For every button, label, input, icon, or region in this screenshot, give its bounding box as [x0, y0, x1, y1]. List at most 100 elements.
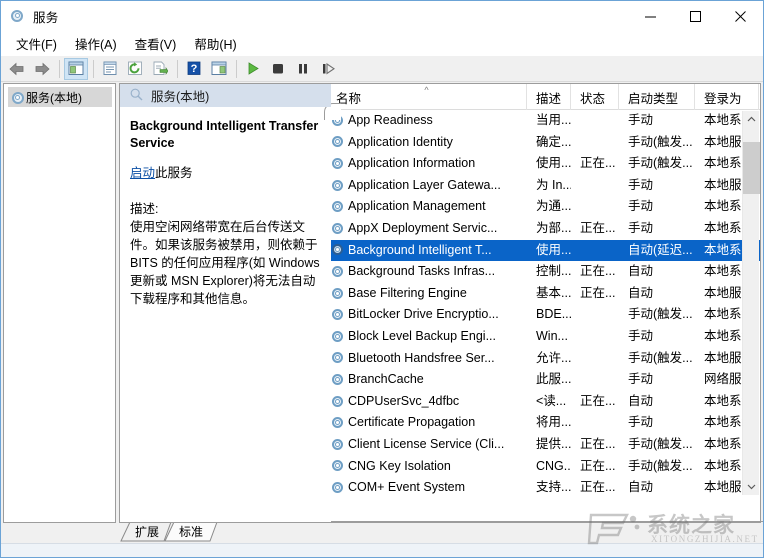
cell-service-name: Application Layer Gatewa... — [327, 175, 527, 197]
service-action-line: 启动此服务 — [130, 164, 323, 182]
forward-icon[interactable] — [30, 58, 54, 80]
service-gear-icon — [331, 373, 344, 386]
service-name-label: Application Layer Gatewa... — [348, 177, 501, 192]
toolbar-separator-2 — [93, 59, 94, 78]
table-row[interactable]: Block Level Backup Engi... Win... 手动 本地系统 — [327, 326, 760, 348]
service-name-label: Base Filtering Engine — [348, 285, 467, 300]
cell-service-name: Background Intelligent T... — [327, 240, 527, 262]
export-list-icon[interactable] — [148, 58, 172, 80]
table-row[interactable]: Client License Service (Cli... 提供... 正在...… — [327, 434, 760, 456]
table-row[interactable]: Application Management 为通... 手动 本地系统 — [327, 196, 760, 218]
properties-icon[interactable] — [98, 58, 122, 80]
cell-description: 将用... — [536, 415, 571, 430]
list-rows-container: App Readiness 当用... 手动 本地系统 Application Iden… — [327, 110, 760, 496]
column-header-name[interactable]: 名称 ^ — [327, 84, 527, 110]
cell-description: 提供... — [536, 436, 571, 451]
cell-startup-type: 自动 — [628, 285, 654, 300]
restart-service-icon[interactable] — [316, 58, 340, 80]
cell-service-name: Application Information — [327, 153, 527, 175]
cell-startup-type: 自动(延迟... — [628, 242, 693, 257]
scroll-down-icon[interactable] — [743, 478, 760, 495]
scroll-up-icon[interactable] — [743, 111, 760, 128]
service-gear-icon — [331, 330, 344, 343]
tab-extended[interactable]: 扩展 — [135, 523, 159, 540]
cell-service-name: Application Management — [327, 196, 527, 218]
service-name-label: Background Intelligent T... — [348, 242, 492, 257]
cell-service-name: AppX Deployment Servic... — [327, 218, 527, 240]
back-icon[interactable] — [5, 58, 29, 80]
tree-item-services-local[interactable]: 服务(本地) — [8, 87, 112, 107]
close-button[interactable] — [718, 1, 763, 32]
cell-description: 确定... — [536, 134, 571, 149]
menu-help[interactable]: 帮助(H) — [185, 32, 245, 56]
table-row[interactable]: BranchCache 此服... 手动 网络服务 — [327, 369, 760, 391]
vertical-scrollbar[interactable] — [742, 111, 760, 495]
maximize-button[interactable] — [673, 1, 718, 32]
cell-status: 正在... — [580, 436, 616, 451]
refresh-icon[interactable] — [123, 58, 147, 80]
service-gear-icon — [331, 157, 344, 170]
menu-action[interactable]: 操作(A) — [66, 32, 126, 56]
scrollbar-thumb[interactable] — [743, 142, 760, 194]
svg-text:?: ? — [191, 63, 198, 75]
cell-service-name: BranchCache — [327, 369, 527, 391]
pause-service-icon[interactable] — [291, 58, 315, 80]
cell-status — [571, 412, 619, 434]
start-service-link[interactable]: 启动 — [130, 166, 155, 180]
table-row[interactable]: Application Layer Gatewa... 为 In... 手动 本地服务 — [327, 175, 760, 197]
column-header-startup-type-label: 启动类型 — [628, 91, 679, 106]
table-row[interactable]: Application Identity 确定... 手动(触发... 本地服务 — [327, 132, 760, 154]
table-row[interactable]: Background Intelligent T... 使用... 自动(延迟...… — [327, 239, 760, 262]
cell-status — [571, 132, 619, 154]
table-row[interactable]: COM+ Event System 支持... 正在... 自动 本地服务 — [327, 477, 760, 496]
table-row[interactable]: AppX Deployment Servic... 为部... 正在... 手动 本地系… — [327, 218, 760, 240]
column-header-status[interactable]: 状态 — [571, 84, 619, 110]
cell-status — [571, 110, 619, 132]
cell-description: 控制... — [536, 264, 571, 279]
table-row[interactable]: App Readiness 当用... 手动 本地系统 — [327, 110, 760, 132]
service-detail-body: Background Intelligent Transfer Service … — [120, 108, 331, 308]
scrollbar-track[interactable] — [743, 128, 760, 478]
cell-status: 正在... — [580, 220, 616, 235]
column-header-description-label: 描述 — [536, 91, 562, 106]
service-gear-icon — [331, 309, 344, 322]
cell-description: BDE... — [536, 307, 571, 322]
service-detail-pane: Background Intelligent Transfer Service … — [119, 83, 331, 523]
service-name-label: Certificate Propagation — [348, 415, 476, 430]
cell-status — [571, 369, 619, 391]
table-row[interactable]: Background Tasks Infras... 控制... 正在... 自动 本地… — [327, 261, 760, 283]
cell-status — [571, 348, 619, 370]
start-service-icon[interactable] — [241, 58, 265, 80]
column-header-startup-type[interactable]: 启动类型 — [619, 84, 695, 110]
service-name-label: Background Tasks Infras... — [348, 264, 496, 279]
menu-view[interactable]: 查看(V) — [126, 32, 186, 56]
cell-description: 此服... — [536, 372, 571, 387]
help-icon[interactable]: ? — [182, 58, 206, 80]
service-name-label: CNG Key Isolation — [348, 458, 451, 473]
column-header-description[interactable]: 描述 — [527, 84, 571, 110]
minimize-button[interactable] — [628, 1, 673, 32]
sort-ascending-icon: ^ — [424, 85, 429, 95]
show-hide-action-pane-icon[interactable] — [207, 58, 231, 80]
table-row[interactable]: Application Information 使用... 正在... 手动(触发..… — [327, 153, 760, 175]
toolbar-separator — [59, 59, 60, 78]
table-row[interactable]: CDPUserSvc_4dfbc <读... 正在... 自动 本地系统 — [327, 391, 760, 413]
console-tree-pane: 服务(本地) — [3, 83, 116, 523]
table-row[interactable]: Certificate Propagation 将用... 手动 本地系统 — [327, 412, 760, 434]
tab-standard[interactable]: 标准 — [179, 523, 203, 540]
cell-service-name: CNG Key Isolation — [327, 456, 527, 478]
table-row[interactable]: CNG Key Isolation CNG... 正在... 手动(触发... 本地系统 — [327, 456, 760, 478]
cell-description: 为通... — [536, 199, 571, 214]
table-row[interactable]: BitLocker Drive Encryptio... BDE... 手动(触发.… — [327, 304, 760, 326]
menu-file[interactable]: 文件(F) — [7, 32, 66, 56]
table-row[interactable]: Base Filtering Engine 基本... 正在... 自动 本地服务 — [327, 283, 760, 305]
cell-service-name: COM+ Event System — [327, 477, 527, 496]
cell-status: 正在... — [580, 480, 616, 495]
show-hide-console-tree-icon[interactable] — [64, 57, 88, 80]
cell-service-name: App Readiness — [327, 110, 527, 132]
column-header-log-on-as-label: 登录为 — [704, 91, 742, 106]
table-row[interactable]: Bluetooth Handsfree Ser... 允许... 手动(触发... 本… — [327, 348, 760, 370]
stop-service-icon[interactable] — [266, 58, 290, 80]
column-header-log-on-as[interactable]: 登录为 — [695, 84, 759, 110]
cell-status: 正在... — [580, 285, 616, 300]
